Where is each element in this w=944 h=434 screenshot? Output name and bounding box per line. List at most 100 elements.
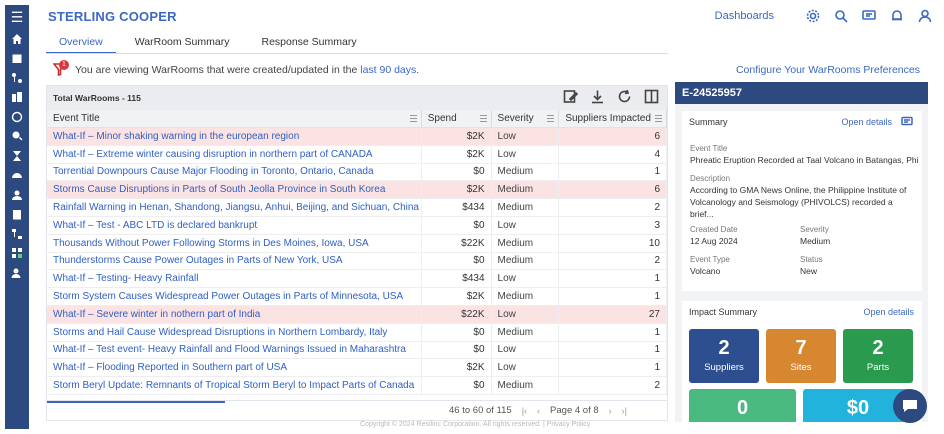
event-type-value: Volcano [690, 266, 721, 276]
impact-tile-4[interactable]: 0 [689, 389, 796, 422]
col-header-severity[interactable]: Severity [492, 110, 560, 127]
hamburger-menu-icon[interactable]: ☰ [5, 5, 29, 29]
prev-page-icon[interactable]: ‹ [537, 406, 540, 416]
sites-icon[interactable] [5, 88, 29, 108]
event-title-cell[interactable]: What-If – Extreme winter causing disrupt… [47, 145, 422, 163]
tab-overview[interactable]: Overview [46, 32, 116, 54]
warrooms-grid: Total WarRooms - 115 Event Title Spend S… [46, 85, 668, 421]
severity-cell: Low [492, 216, 560, 234]
search-person-icon[interactable] [5, 127, 29, 147]
messages-icon[interactable] [862, 9, 876, 23]
table-row[interactable]: What-If – Minor shaking warning in the e… [47, 128, 667, 146]
grid-check-icon[interactable] [5, 244, 29, 264]
table-row[interactable]: What-If – Flooding Reported in Southern … [47, 359, 667, 378]
column-menu-icon[interactable] [654, 115, 662, 122]
column-menu-icon[interactable] [409, 115, 417, 122]
event-title-cell[interactable]: What-If – Test event- Heavy Rainfall and… [47, 341, 422, 359]
table-row[interactable]: What-If – Extreme winter causing disrupt… [47, 145, 667, 164]
settings-gear-icon[interactable] [806, 9, 820, 23]
table-row[interactable]: Thousands Without Power Following Storms… [47, 234, 667, 253]
description-label: Description [690, 174, 731, 183]
configure-preferences-link[interactable]: Configure Your WarRooms Preferences [736, 64, 920, 76]
table-row[interactable]: What-If – Test event- Heavy Rainfall and… [47, 341, 667, 360]
table-row[interactable]: Thunderstorms Cause Power Outages in Par… [47, 252, 667, 271]
brand-logo[interactable]: STERLING COOPER [48, 9, 177, 24]
grid-toolbar: Total WarRooms - 115 [47, 86, 667, 110]
network-icon[interactable] [5, 68, 29, 88]
last-page-icon[interactable]: ›| [622, 406, 627, 416]
dashboard-gauge-icon[interactable] [5, 166, 29, 186]
grid-header-row: Event Title Spend Severity Suppliers Imp… [47, 110, 667, 128]
event-title-cell[interactable]: Storm System Causes Widespread Power Out… [47, 288, 422, 305]
event-title-cell[interactable]: What-If – Minor shaking warning in the e… [47, 128, 422, 145]
left-nav-rail: ☰ [5, 5, 29, 429]
refresh-cycle-icon[interactable] [5, 107, 29, 127]
event-title-label: Event Title [690, 144, 728, 153]
event-title-cell[interactable]: What-If – Severe winter in nothern part … [47, 305, 422, 323]
table-row[interactable]: Rainfall Warning in Henan, Shandong, Jia… [47, 199, 667, 217]
severity-cell: Medium [492, 181, 560, 199]
tab-warroom-summary[interactable]: WarRoom Summary [122, 32, 243, 54]
event-title-cell[interactable]: What-If – Test - ABC LTD is declared ban… [47, 216, 422, 234]
notice-suffix: . [416, 64, 420, 76]
spend-cell: $0 [422, 216, 492, 234]
summary-open-details-link[interactable]: Open details [841, 117, 892, 127]
table-row[interactable]: What-If – Test - ABC LTD is declared ban… [47, 216, 667, 235]
col-header-event-title[interactable]: Event Title [47, 110, 422, 127]
comment-icon[interactable] [901, 116, 913, 131]
event-title-cell[interactable]: Thousands Without Power Following Storms… [47, 234, 422, 252]
severity-cell: Medium [492, 288, 560, 305]
event-title-cell[interactable]: Storms Cause Disruptions in Parts of Sou… [47, 181, 422, 199]
download-icon[interactable] [590, 89, 605, 107]
table-row[interactable]: Torrential Downpours Cause Major Floodin… [47, 163, 667, 182]
col-header-spend[interactable]: Spend [422, 110, 492, 127]
footer-copyright: Copyright © 2024 Resilinc Corporation. A… [360, 421, 591, 428]
sites-tile[interactable]: 7 Sites [766, 329, 836, 383]
clipboard-icon[interactable] [5, 205, 29, 225]
sites-count: 7 [795, 337, 807, 359]
event-title-cell[interactable]: Storm Beryl Update: Remnants of Tropical… [47, 377, 422, 394]
search-icon[interactable] [834, 9, 848, 23]
column-menu-icon[interactable] [479, 115, 487, 122]
users-icon[interactable] [5, 185, 29, 205]
event-title-cell[interactable]: Thunderstorms Cause Power Outages in Par… [47, 252, 422, 270]
hierarchy-icon[interactable] [5, 224, 29, 244]
page-indicator: Page 4 of 8 [550, 405, 599, 416]
tab-response-summary[interactable]: Response Summary [248, 32, 369, 54]
calendar-icon[interactable] [5, 49, 29, 69]
chat-support-button[interactable] [893, 389, 927, 423]
last-90-days-link[interactable]: last 90 days [360, 64, 416, 76]
first-page-icon[interactable]: |‹ [522, 406, 527, 416]
parts-tile[interactable]: 2 Parts [843, 329, 913, 383]
event-title-cell[interactable]: Storms and Hail Cause Widespread Disrupt… [47, 323, 422, 341]
refresh-icon[interactable] [617, 89, 632, 107]
next-page-icon[interactable]: › [609, 406, 612, 416]
notification-bell-icon[interactable] [890, 9, 904, 23]
table-row[interactable]: Storms Cause Disruptions in Parts of Sou… [47, 181, 667, 200]
severity-cell: Medium [492, 377, 560, 394]
suppliers-impacted-cell: 6 [559, 128, 667, 145]
table-row[interactable]: What-If – Testing- Heavy Rainfall $434 Low… [47, 270, 667, 289]
table-row[interactable]: What-If – Severe winter in nothern part … [47, 305, 667, 324]
table-row[interactable]: Storms and Hail Cause Widespread Disrupt… [47, 323, 667, 342]
person-settings-icon[interactable] [5, 263, 29, 283]
split-view-icon[interactable] [644, 89, 659, 107]
suppliers-impacted-cell: 1 [559, 323, 667, 341]
event-title-cell[interactable]: What-If – Testing- Heavy Rainfall [47, 270, 422, 288]
impact-open-details-link[interactable]: Open details [863, 307, 914, 317]
event-title-cell[interactable]: Rainfall Warning in Henan, Shandong, Jia… [47, 199, 422, 216]
event-title-cell[interactable]: What-If – Flooding Reported in Southern … [47, 359, 422, 377]
impact-tile-4-value: 0 [736, 397, 749, 419]
filter-icon[interactable]: 1 [52, 60, 69, 77]
edit-columns-icon[interactable] [563, 89, 579, 107]
home-icon[interactable] [5, 29, 29, 49]
suppliers-tile[interactable]: 2 Suppliers [689, 329, 759, 383]
col-header-suppliers-impacted[interactable]: Suppliers Impacted [559, 110, 667, 127]
column-menu-icon[interactable] [547, 115, 555, 122]
dashboards-link[interactable]: Dashboards [715, 10, 774, 22]
event-title-cell[interactable]: Torrential Downpours Cause Major Floodin… [47, 163, 422, 181]
table-row[interactable]: Storm Beryl Update: Remnants of Tropical… [47, 377, 667, 395]
table-row[interactable]: Storm System Causes Widespread Power Out… [47, 288, 667, 306]
hourglass-icon[interactable] [5, 146, 29, 166]
user-profile-icon[interactable] [918, 9, 932, 23]
